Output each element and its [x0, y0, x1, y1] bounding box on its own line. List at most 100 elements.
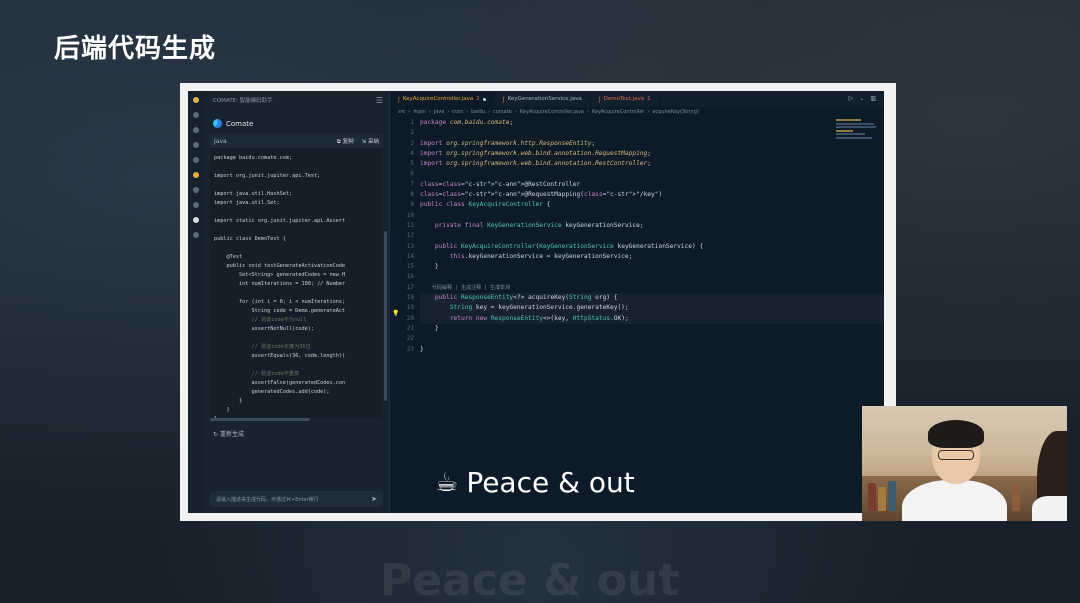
line-number: 9	[410, 201, 414, 209]
adopt-button[interactable]: ⇲ 采纳	[362, 137, 379, 146]
editor: J KeyAcquireController.java 2 J KeyGeneratio…	[390, 91, 884, 513]
generated-code-line: }	[214, 398, 243, 404]
minimap[interactable]	[836, 119, 878, 149]
line-number: 15	[406, 263, 414, 271]
generated-code-line: String code = Demo.generateAct	[214, 308, 346, 314]
breadcrumb-item[interactable]: java	[434, 109, 444, 115]
generated-code-line	[214, 244, 379, 253]
code-line[interactable]: return new ResponseEntity<>(key, HttpSta…	[420, 313, 884, 324]
generated-code-line: int numIterations = 100; // Number	[214, 281, 346, 287]
editor-tab[interactable]: J KeyAcquireController.java 2	[390, 91, 495, 107]
comate-panel: COMATE: 智能编码助手 ☰ Comate Java ⧉ 复制 ⇲ 采纳 p…	[204, 91, 390, 513]
gear-icon[interactable]	[193, 232, 199, 238]
code-line[interactable]: public class KeyAcquireController {	[420, 200, 884, 210]
code-line[interactable]	[420, 211, 884, 221]
send-icon[interactable]: ➤	[371, 495, 377, 503]
codelens-actions[interactable]: 代码解释 | 生成注释 | 生成单测	[420, 283, 884, 293]
code-line[interactable]	[420, 231, 884, 241]
comate-brand: Comate	[204, 109, 389, 134]
code-line[interactable]: class=class="c-str">"c-ann">@RequestMapp…	[420, 190, 884, 200]
line-number: 16	[406, 273, 414, 281]
generated-code-line	[214, 361, 379, 370]
line-number: 17	[406, 283, 414, 291]
remote-icon[interactable]	[193, 217, 199, 223]
generated-code-line: assertEquals(36, code.length()	[214, 353, 346, 359]
line-number: 1	[410, 119, 414, 126]
comate-icon[interactable]	[193, 97, 199, 103]
code-line[interactable]: private final KeyGenerationService keyGe…	[420, 221, 884, 231]
lightbulb-icon[interactable]: 💡	[392, 310, 399, 317]
run-icon[interactable]: ▷	[849, 95, 854, 102]
editor-tab[interactable]: J DemoTest.java 1	[591, 91, 660, 107]
breadcrumb-item[interactable]: main	[413, 109, 426, 115]
code-content[interactable]: package com.baidu.comate; import org.spr…	[420, 117, 884, 513]
tab-label: KeyAcquireController.java	[402, 96, 474, 102]
code-line[interactable]: }	[420, 262, 884, 272]
vertical-scrollbar[interactable]	[384, 231, 387, 401]
generated-code-line: // 验证code不为null	[214, 317, 307, 323]
generated-code-line: import org.junit.jupiter.api.Test;	[214, 173, 321, 179]
copy-button[interactable]: ⧉ 复制	[337, 137, 354, 146]
code-line[interactable]: import org.springframework.web.bind.anno…	[420, 159, 884, 169]
line-number: 18	[406, 294, 414, 302]
code-line[interactable]: class=class="c-str">"c-ann">@RestControl…	[420, 180, 884, 190]
code-line[interactable]: String key = keyGenerationService.genera…	[420, 303, 884, 314]
chevron-down-icon[interactable]: ⌄	[859, 95, 864, 102]
ide-window: COMATE: 智能编码助手 ☰ Comate Java ⧉ 复制 ⇲ 采纳 p…	[188, 91, 884, 513]
line-number: 5	[410, 160, 414, 168]
breadcrumb-item[interactable]: baidu	[471, 109, 485, 115]
breadcrumb-item[interactable]: src	[398, 109, 405, 115]
tab-label: DemoTest.java	[603, 96, 645, 102]
person-hair	[928, 420, 984, 448]
copy-label: 复制	[342, 138, 354, 145]
line-number: 11	[406, 221, 414, 229]
menu-icon[interactable]: ☰	[376, 96, 383, 105]
code-line[interactable]: }	[420, 324, 884, 334]
code-line[interactable]: public ResponseEntity<?> acquireKey(Stri…	[420, 293, 884, 304]
testing-icon[interactable]	[193, 202, 199, 208]
coffee-cup-icon: ☕	[435, 467, 459, 498]
breadcrumb-item[interactable]: comate	[493, 109, 512, 115]
breadcrumb-separator: ›	[586, 109, 589, 115]
generated-code-line: import java.util.Set;	[214, 200, 280, 206]
extensions-icon[interactable]	[193, 187, 199, 193]
breadcrumb-item[interactable]: KeyAcquireController	[592, 109, 645, 115]
java-file-icon: J	[502, 95, 505, 103]
warning-icon[interactable]	[193, 172, 199, 178]
breadcrumb-item[interactable]: acquireKey(String)	[652, 109, 698, 115]
search-icon[interactable]	[193, 127, 199, 133]
code-line[interactable]: import org.springframework.http.Response…	[420, 139, 884, 149]
generated-code-line: // 验证code不重复	[214, 371, 300, 377]
comate-header-title: COMATE: 智能编码助手	[213, 98, 273, 104]
breadcrumb-item[interactable]: KeyAcquireController.java	[520, 109, 584, 115]
code-line[interactable]	[420, 169, 884, 179]
code-line[interactable]	[420, 272, 884, 282]
code-line[interactable]	[420, 334, 884, 344]
code-line[interactable]: this.keyGenerationService = keyGeneratio…	[420, 252, 884, 262]
code-area[interactable]: 1 2 3 4 5 6 7 8 9 10 11 12 13 14 15 16 17 18 19 20 21 22 23 p…	[390, 117, 884, 513]
breadcrumb-separator: ›	[647, 109, 650, 115]
code-line[interactable]	[420, 128, 884, 138]
editor-actions: ▷ ⌄ ▥	[849, 95, 876, 102]
unsaved-dot-icon[interactable]	[482, 97, 486, 101]
code-line[interactable]: }	[420, 345, 884, 355]
code-line[interactable]: import org.springframework.web.bind.anno…	[420, 149, 884, 159]
generated-code-line	[214, 226, 379, 235]
split-editor-icon[interactable]: ▥	[870, 95, 876, 102]
code-line[interactable]: public KeyAcquireController(KeyGeneratio…	[420, 242, 884, 252]
caption-text: Peace & out	[466, 466, 635, 499]
breadcrumb-item[interactable]: com	[452, 109, 463, 115]
regenerate-button[interactable]: ↻ 重新生成	[204, 421, 389, 438]
minimap-line	[836, 136, 872, 139]
prompt-input[interactable]: 请输入描述来生成代码，可通过⌘+Enter换行 ➤	[210, 491, 383, 507]
run-debug-icon[interactable]	[193, 157, 199, 163]
editor-tab[interactable]: J KeyGenerationService.java	[495, 91, 591, 107]
code-line[interactable]	[420, 355, 884, 365]
source-control-icon[interactable]	[193, 142, 199, 148]
person-body	[902, 480, 1007, 521]
generated-code-line: generatedCodes.add(code);	[214, 389, 330, 395]
explorer-icon[interactable]	[193, 112, 199, 118]
line-number: 6	[410, 170, 414, 178]
generated-code-line	[214, 289, 379, 298]
code-line[interactable]: package com.baidu.comate;	[420, 118, 884, 128]
